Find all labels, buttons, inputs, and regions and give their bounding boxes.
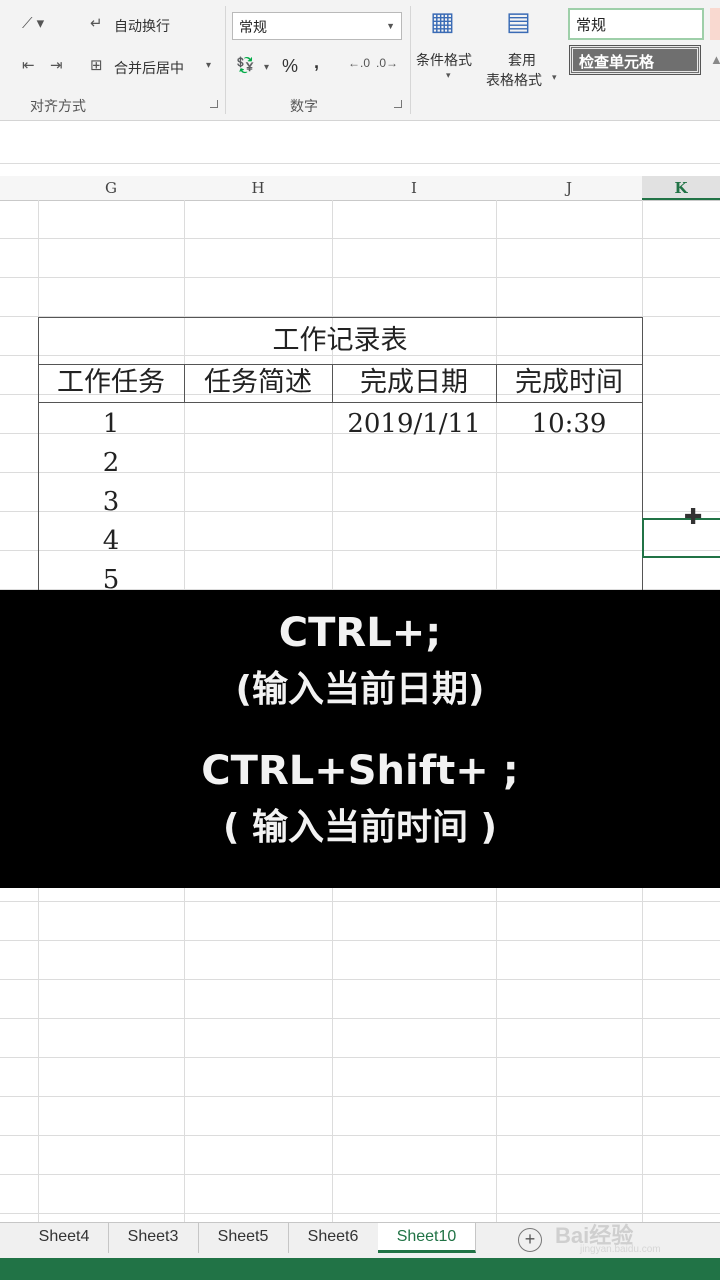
cell-task-4[interactable]: 4 (38, 522, 184, 561)
header-task[interactable]: 工作任务 (38, 364, 184, 402)
gridline-horizontal (0, 901, 720, 902)
shortcut-time-desc: ( 输入当前时间 ) (223, 807, 497, 848)
cell-task-2[interactable]: 2 (38, 444, 184, 483)
header-time[interactable]: 完成时间 (496, 364, 642, 402)
cell-time-1[interactable]: 10:39 (496, 405, 642, 444)
shortcut-date-keys: CTRL+; (278, 610, 442, 656)
tab-sheet10[interactable]: Sheet10 (378, 1223, 476, 1253)
gridline-horizontal (0, 979, 720, 980)
format-table-label-2[interactable]: 表格格式 (486, 70, 542, 90)
cell-task-1[interactable]: 1 (38, 405, 184, 444)
tab-sheet3[interactable]: Sheet3 (108, 1223, 199, 1253)
style-bad-partial[interactable] (710, 8, 720, 40)
alignment-launcher-icon[interactable] (210, 100, 218, 108)
column-header-g[interactable]: G (38, 176, 184, 200)
table-border-header (38, 402, 643, 403)
status-bar (0, 1258, 720, 1280)
shortcut-overlay: CTRL+; (输入当前日期) CTRL+Shift+ ; ( 输入当前时间 ) (0, 590, 720, 888)
merge-center-button[interactable]: 合并后居中 (114, 58, 184, 78)
gridline-horizontal (0, 1135, 720, 1136)
header-desc[interactable]: 任务简述 (184, 364, 332, 402)
gridline-horizontal (0, 940, 720, 941)
gridline-horizontal (0, 1174, 720, 1175)
increase-decimal-icon[interactable]: ←.0 (348, 56, 370, 70)
shortcut-date-desc: (输入当前日期) (235, 669, 485, 710)
tab-sheet6[interactable]: Sheet6 (288, 1223, 379, 1253)
style-check-cell[interactable]: 检查单元格 (569, 45, 701, 75)
merge-center-icon[interactable]: ⊞ (90, 56, 103, 74)
style-scroll-icon[interactable]: ▲ (710, 52, 720, 67)
format-table-dropdown-icon: ▾ (552, 72, 557, 82)
format-table-label-1[interactable]: 套用 (508, 50, 536, 70)
currency-icon[interactable]: 💱 (236, 56, 255, 74)
conditional-format-icon[interactable]: ▦ (430, 6, 455, 37)
formula-strip (0, 121, 720, 164)
column-header-j[interactable]: J (496, 176, 642, 200)
gridline-horizontal (0, 1213, 720, 1214)
decrease-decimal-icon[interactable]: .0→ (376, 56, 398, 70)
table-title[interactable]: 工作记录表 (38, 318, 642, 364)
tab-sheet5[interactable]: Sheet5 (198, 1223, 289, 1253)
gridline-horizontal (0, 238, 720, 239)
wrap-text-icon[interactable]: ↵ (90, 14, 103, 32)
style-normal[interactable]: 常规 (568, 8, 704, 40)
number-launcher-icon[interactable] (394, 100, 402, 108)
shortcut-time-keys: CTRL+Shift+ ; (201, 748, 519, 794)
cell-task-3[interactable]: 3 (38, 483, 184, 522)
decrease-indent-icon[interactable]: ⇤ (22, 56, 35, 74)
gridline-horizontal (0, 1018, 720, 1019)
merge-dropdown-icon[interactable]: ▾ (206, 60, 211, 71)
column-header-bar: G H I J K (0, 176, 720, 201)
tab-sheet4[interactable]: Sheet4 (20, 1223, 109, 1253)
percent-button[interactable]: % (282, 56, 298, 77)
format-table-icon[interactable]: ▤ (506, 6, 531, 37)
column-header-k[interactable]: K (642, 176, 720, 200)
add-sheet-icon[interactable]: + (518, 1228, 542, 1252)
header-date[interactable]: 完成日期 (332, 364, 496, 402)
comma-button[interactable]: , (314, 52, 319, 73)
wrap-text-button[interactable]: 自动换行 (114, 16, 170, 36)
column-header-h[interactable]: H (184, 176, 332, 200)
column-header-i[interactable]: I (332, 176, 496, 200)
active-cell-k[interactable] (642, 518, 720, 558)
ribbon: ⟋ ▾ ↵ 自动换行 ⇤ ⇥ ⊞ 合并后居中 ▾ 对齐方式 常规 ▼ 💱 ▾ %… (0, 0, 720, 121)
cell-cursor-icon: ✚ (684, 504, 703, 529)
cell-date-1[interactable]: 2019/1/11 (332, 405, 496, 444)
increase-indent-icon[interactable]: ⇥ (50, 56, 63, 74)
gridline-horizontal (0, 1096, 720, 1097)
gridline-horizontal (0, 1057, 720, 1058)
conditional-format-dropdown-icon: ▾ (446, 70, 451, 80)
orientation-icon[interactable]: ⟋ ▾ (22, 14, 44, 32)
number-group-label: 数字 (290, 98, 318, 114)
alignment-group-label: 对齐方式 (30, 98, 86, 114)
chevron-down-icon: ▼ (386, 21, 395, 31)
currency-dropdown-icon[interactable]: ▾ (264, 62, 269, 73)
gridline-horizontal (0, 277, 720, 278)
conditional-format-button[interactable]: 条件格式 (416, 50, 472, 70)
watermark-url: jingyan.baidu.com (580, 1244, 661, 1255)
cell-desc-1[interactable] (184, 405, 332, 444)
number-format-select[interactable]: 常规 ▼ (232, 12, 402, 40)
